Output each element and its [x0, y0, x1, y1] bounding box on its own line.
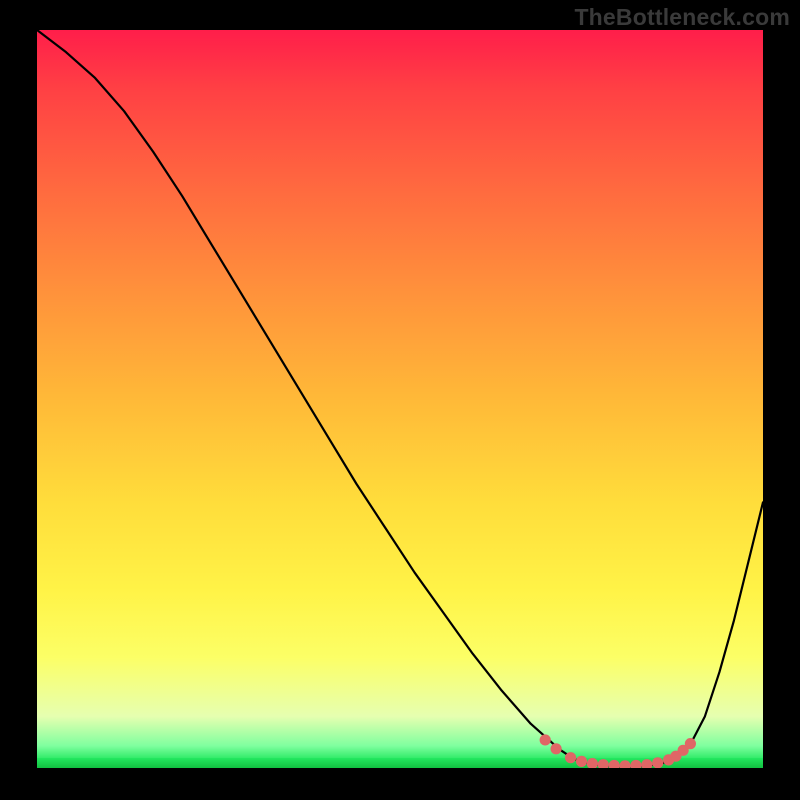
marker-dot [641, 759, 652, 768]
bottleneck-curve [37, 30, 763, 767]
marker-dot [550, 743, 561, 754]
curve-svg [37, 30, 763, 768]
plot-area [37, 30, 763, 768]
marker-dot [565, 752, 576, 763]
marker-dot [652, 757, 663, 768]
marker-dot [576, 756, 587, 767]
marker-dot [598, 759, 609, 768]
marker-dot [630, 760, 641, 768]
marker-dot [609, 760, 620, 768]
marker-dot [587, 758, 598, 768]
marker-dot [619, 760, 630, 768]
watermark-text: TheBottleneck.com [574, 4, 790, 31]
chart-frame: TheBottleneck.com [0, 0, 800, 800]
marker-dot [685, 738, 696, 749]
marker-dot [540, 734, 551, 745]
